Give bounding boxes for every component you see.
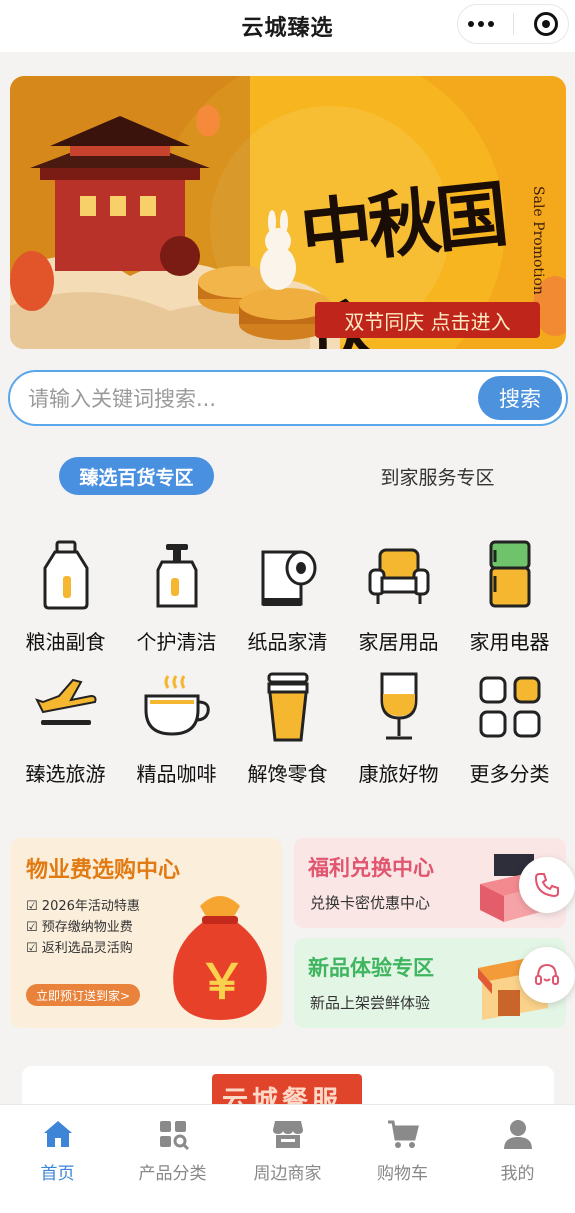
tab-categories[interactable]: 产品分类 <box>115 1105 230 1213</box>
search-input[interactable] <box>28 384 468 414</box>
tab-label: 首页 <box>40 1164 75 1184</box>
banner-enter-button[interactable]: 双节同庆 点击进入 <box>315 302 540 338</box>
search-button[interactable]: 搜索 <box>478 376 562 420</box>
category-label: 臻选旅游 <box>25 762 106 786</box>
category-icon <box>156 1117 190 1151</box>
category-travel[interactable]: 臻选旅游 <box>10 670 121 790</box>
tab-label: 周边商家 <box>253 1164 322 1184</box>
more-dots-icon[interactable] <box>467 21 494 27</box>
category-snacks[interactable]: 解馋零食 <box>232 670 343 790</box>
tab-label: 购物车 <box>377 1164 428 1184</box>
grid-icon <box>473 670 547 744</box>
category-label: 解馋零食 <box>247 762 328 786</box>
wine-glass-icon <box>362 670 436 744</box>
category-appliances[interactable]: 家用电器 <box>454 538 565 658</box>
category-label: 康旅好物 <box>358 762 439 786</box>
customer-service-button[interactable] <box>519 947 575 1003</box>
new-product-subtitle: 新品上架尝鲜体验 <box>310 994 431 1012</box>
currency-symbol: ￥ <box>198 954 247 1010</box>
tab-home[interactable]: 首页 <box>0 1105 115 1213</box>
list-item: ☑ 返利选品灵活购 <box>26 941 133 956</box>
tab-home-services[interactable]: 到家服务专区 <box>360 457 515 495</box>
category-health-travel[interactable]: 康旅好物 <box>343 670 454 790</box>
airplane-icon <box>29 670 103 744</box>
tab-profile[interactable]: 我的 <box>460 1105 575 1213</box>
tab-label: 产品分类 <box>138 1164 207 1184</box>
category-coffee[interactable]: 精品咖啡 <box>121 670 232 790</box>
welfare-exchange-subtitle: 兑换卡密优惠中心 <box>310 894 431 912</box>
banner-side-text: Sale Promotion <box>530 186 546 295</box>
category-label: 纸品家清 <box>247 630 328 654</box>
category-paper-cleaning[interactable]: 纸品家清 <box>232 538 343 658</box>
home-icon <box>41 1117 75 1151</box>
category-personal-care[interactable]: 个护清洁 <box>121 538 232 658</box>
drink-cup-icon <box>251 670 325 744</box>
oil-bottle-icon <box>29 538 103 612</box>
category-home-goods[interactable]: 家居用品 <box>343 538 454 658</box>
list-item: ☑ 预存缴纳物业费 <box>26 920 133 935</box>
bottom-tab-bar: 首页 产品分类 周边商家 购物车 我的 <box>0 1104 575 1213</box>
category-more[interactable]: 更多分类 <box>454 670 565 790</box>
category-label: 家居用品 <box>358 630 439 654</box>
property-fee-title: 物业费选购中心 <box>26 858 181 883</box>
tab-nearby-stores[interactable]: 周边商家 <box>230 1105 345 1213</box>
phone-icon <box>534 873 559 898</box>
category-label: 更多分类 <box>469 762 550 786</box>
category-label: 个护清洁 <box>136 630 217 654</box>
close-target-icon[interactable] <box>534 12 559 36</box>
armchair-icon <box>362 538 436 612</box>
user-icon <box>501 1117 535 1151</box>
capsule-divider <box>513 13 515 35</box>
cart-icon <box>386 1117 420 1151</box>
refrigerator-icon <box>473 538 547 612</box>
mini-program-capsule <box>457 4 569 44</box>
pump-bottle-icon <box>140 538 214 612</box>
category-label: 粮油副食 <box>25 630 106 654</box>
new-product-title: 新品体验专区 <box>308 956 434 980</box>
top-navigation-bar: 云城臻选 <box>0 0 575 52</box>
headset-icon <box>535 963 559 985</box>
search-box: 搜索 <box>8 370 568 426</box>
property-fee-list: ☑ 2026年活动特惠 ☑ 预存缴纳物业费 ☑ 返利选品灵活购 <box>26 896 140 959</box>
welfare-exchange-title: 福利兑换中心 <box>308 856 434 880</box>
book-now-button[interactable]: 立即预订送到家> <box>26 984 140 1006</box>
tab-department-store[interactable]: 臻选百货专区 <box>59 457 214 495</box>
tab-label: 我的 <box>500 1164 535 1184</box>
phone-call-button[interactable] <box>519 857 575 913</box>
tab-cart[interactable]: 购物车 <box>345 1105 460 1213</box>
property-fee-card[interactable]: 物业费选购中心 ☑ 2026年活动特惠 ☑ 预存缴纳物业费 ☑ 返利选品灵活购 … <box>10 838 282 1028</box>
holiday-banner[interactable]: 中秋国庆 Sale Promotion 双节同庆 点击进入 <box>10 76 566 349</box>
category-label: 精品咖啡 <box>136 762 217 786</box>
category-label: 家用电器 <box>469 630 550 654</box>
list-item: ☑ 2026年活动特惠 <box>26 899 140 914</box>
toilet-paper-icon <box>251 538 325 612</box>
coffee-cup-icon <box>140 670 214 744</box>
store-icon <box>271 1117 305 1151</box>
category-grain-oil[interactable]: 粮油副食 <box>10 538 121 658</box>
page-title: 云城臻选 <box>241 16 334 41</box>
